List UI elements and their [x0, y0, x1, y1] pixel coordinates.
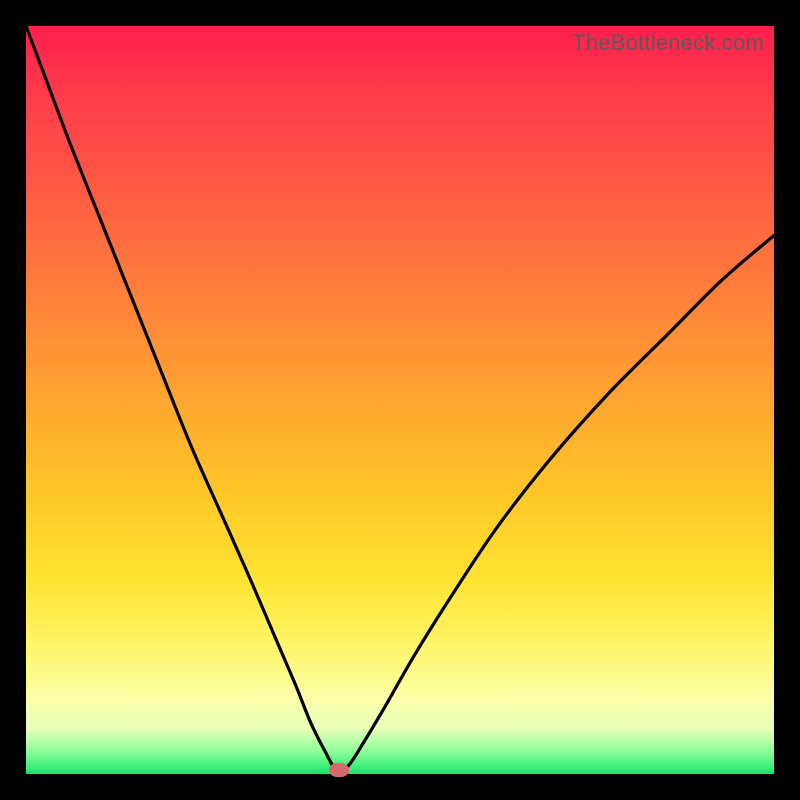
- bottleneck-curve: [26, 26, 774, 771]
- watermark-text: TheBottleneck.com: [572, 30, 764, 56]
- plot-area: TheBottleneck.com: [26, 26, 774, 774]
- chart-frame: TheBottleneck.com: [0, 0, 800, 800]
- curve-svg: [26, 26, 774, 774]
- optimum-marker: [329, 763, 349, 777]
